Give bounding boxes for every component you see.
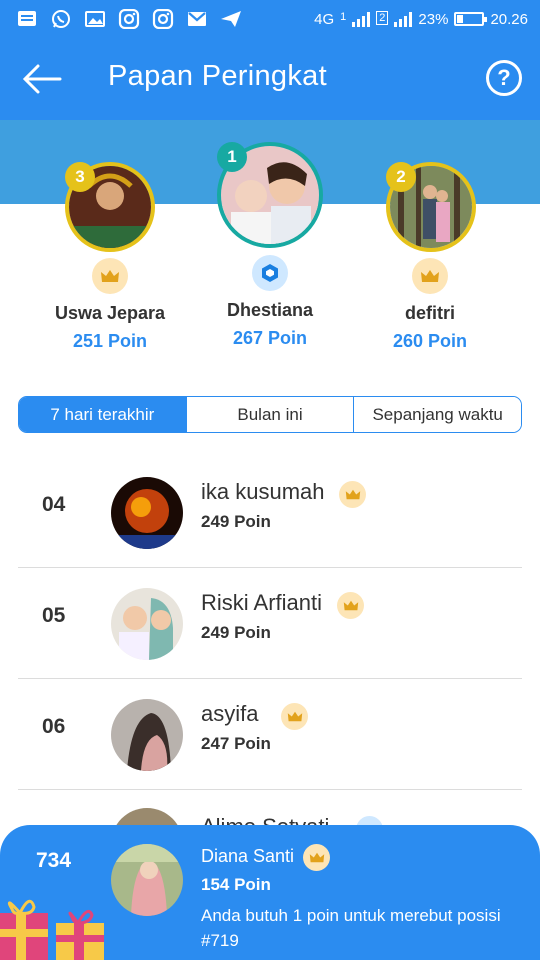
row-points: 247 Poin xyxy=(201,734,271,753)
row-points: 249 Poin xyxy=(201,623,271,642)
row-points: 249 Poin xyxy=(201,512,271,531)
podium-points: 260 Poin xyxy=(392,331,468,351)
row-rank: 06 xyxy=(42,715,66,738)
send-icon xyxy=(220,9,242,29)
battery-fill xyxy=(457,15,464,23)
podium-name: Uswa Jepara xyxy=(54,303,166,323)
crown-icon xyxy=(412,258,448,294)
podium-rank-2[interactable]: 2 defitri 260 Poin xyxy=(350,120,510,360)
period-tabs: 7 hari terakhir Bulan ini Sepanjang wakt… xyxy=(18,396,522,433)
avatar[interactable] xyxy=(111,588,183,660)
leaderboard-row[interactable]: 04 ika kusumah 249 Poin xyxy=(18,457,522,568)
crown-icon xyxy=(303,844,330,871)
row-name: Riski Arfianti xyxy=(201,590,323,615)
leaderboard-row[interactable]: 05 Riski Arfianti 249 Poin xyxy=(18,568,522,679)
rank-badge: 1 xyxy=(217,142,247,172)
podium-rank-1[interactable]: 1 Dhestiana 267 Poin xyxy=(190,120,350,360)
row-name: ika kusumah xyxy=(201,479,325,504)
row-name: asyifa xyxy=(201,701,259,726)
avatar[interactable] xyxy=(111,477,183,549)
instagram-icon xyxy=(152,9,174,29)
gmail-icon xyxy=(186,9,208,29)
battery-icon xyxy=(454,12,488,26)
back-button[interactable] xyxy=(22,62,62,96)
hexagon-badge-icon xyxy=(252,255,288,291)
gift-boxes-icon xyxy=(0,899,104,960)
status-bar: 4G 1 2 23% 20.26 xyxy=(0,0,540,38)
signal-icon xyxy=(394,11,413,27)
podium-points: 267 Poin xyxy=(232,328,308,348)
sim2-label: 2 xyxy=(376,10,389,25)
sim1-label: 1 xyxy=(340,10,347,23)
leaderboard-row[interactable]: 06 asyifa 247 Poin xyxy=(18,679,522,790)
app-bar: Papan Peringkat ? xyxy=(0,38,540,120)
crown-icon xyxy=(337,592,364,619)
my-rank: 734 xyxy=(36,849,72,872)
row-rank: 05 xyxy=(42,604,66,627)
my-name: Diana Santi xyxy=(201,846,295,866)
leaderboard-row[interactable]: Alimo Setyati xyxy=(18,790,522,826)
crown-icon xyxy=(339,481,366,508)
crown-icon xyxy=(92,258,128,294)
instagram-icon xyxy=(118,9,140,29)
podium-name: Dhestiana xyxy=(226,300,314,320)
crown-icon xyxy=(281,703,308,730)
network-type: 4G xyxy=(314,10,335,28)
my-rank-message: Anda butuh 1 poin untuk merebut posisi #… xyxy=(201,906,501,950)
notification-icons xyxy=(16,9,242,29)
my-rank-card[interactable]: 734 Diana Santi 154 Poin Anda butuh 1 po… xyxy=(0,825,540,960)
message-icon xyxy=(16,9,38,29)
clock: 20.26 xyxy=(490,10,528,28)
help-icon: ? xyxy=(497,65,511,90)
row-rank: 04 xyxy=(42,493,66,516)
podium-points: 251 Poin xyxy=(72,331,148,351)
rank-badge: 3 xyxy=(65,162,95,192)
gallery-icon xyxy=(84,9,106,29)
avatar[interactable] xyxy=(111,808,183,826)
tab-7-days[interactable]: 7 hari terakhir xyxy=(19,397,187,432)
avatar[interactable] xyxy=(111,699,183,771)
system-indicators: 4G 1 2 23% 20.26 xyxy=(314,10,528,28)
help-button[interactable]: ? xyxy=(486,60,522,96)
podium-rank-3[interactable]: 3 Uswa Jepara 251 Poin xyxy=(30,120,190,360)
my-points: 154 Poin xyxy=(201,875,271,894)
podium-name: defitri xyxy=(404,303,455,323)
rank-badge: 2 xyxy=(386,162,416,192)
arrow-left-icon xyxy=(22,64,62,94)
tab-all-time[interactable]: Sepanjang waktu xyxy=(354,397,521,432)
tab-this-month[interactable]: Bulan ini xyxy=(186,397,355,432)
page-title: Papan Peringkat xyxy=(108,60,327,92)
whatsapp-icon xyxy=(50,9,72,29)
signal-icon xyxy=(352,11,371,27)
battery-percent: 23% xyxy=(418,10,449,28)
avatar[interactable] xyxy=(111,844,183,916)
